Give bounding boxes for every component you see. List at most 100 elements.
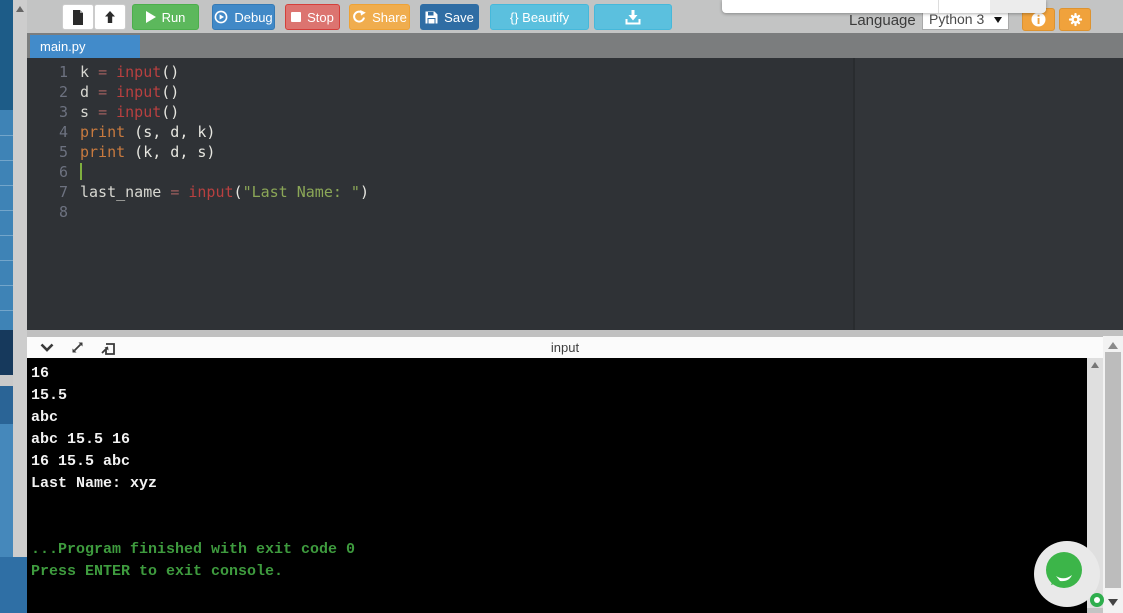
debug-circle-play-icon (214, 10, 228, 24)
caret-down-icon (994, 17, 1002, 23)
left-scrollbar[interactable] (13, 0, 27, 557)
code-token: () (161, 83, 180, 101)
beautify-button[interactable]: {} Beautify (490, 4, 589, 30)
code-token: k (80, 63, 99, 81)
code-token: (k, d, s) (125, 143, 216, 161)
console-line: Last Name: xyz (31, 475, 158, 492)
left-panel-gap (0, 375, 13, 386)
beautify-button-label: {} Beautify (509, 9, 570, 25)
chevron-down-icon (40, 343, 54, 352)
info-icon (1031, 12, 1046, 27)
code-token: ( (233, 183, 243, 201)
console-status-line: Press ENTER to exit console. (31, 563, 284, 580)
console-output[interactable]: 16 15.5 abc abc 15.5 16 16 15.5 abc Last… (27, 358, 1087, 613)
console-collapse-button[interactable] (40, 343, 54, 352)
page-scrollbar[interactable] (1103, 336, 1123, 613)
code-token: (s, d, k) (125, 123, 216, 141)
code-line[interactable]: 2 d = input() (27, 82, 1123, 102)
code-line[interactable]: 4 print (s, d, k) (27, 122, 1123, 142)
code-token: input (188, 183, 234, 201)
code-text: s = input() (68, 102, 179, 122)
file-icon (73, 9, 83, 25)
download-icon (625, 9, 641, 24)
floppy-save-icon (425, 11, 438, 23)
code-token: = (170, 183, 189, 201)
code-token: print (80, 123, 126, 141)
save-button-label: Save (444, 9, 474, 25)
code-token: () (161, 103, 180, 121)
console-expand-button[interactable] (71, 341, 84, 354)
left-panel-segment (0, 110, 13, 330)
code-text: d = input() (68, 82, 179, 102)
language-label: Language (849, 12, 916, 29)
line-number: 5 (58, 143, 68, 161)
console-status-line: ...Program finished with exit code 0 (31, 541, 356, 558)
code-token: print (80, 143, 126, 161)
overlay-divider (938, 0, 939, 13)
left-panel-segment (0, 557, 27, 613)
run-button[interactable]: Run (132, 4, 199, 30)
console-line: 16 15.5 abc (31, 453, 131, 470)
line-number: 8 (58, 203, 68, 221)
stop-square-icon (291, 12, 302, 22)
code-token: = (98, 103, 117, 121)
text-cursor (80, 163, 82, 180)
console-line: abc 15.5 16 (31, 431, 131, 448)
download-button[interactable] (594, 4, 672, 30)
left-panel-segment (0, 386, 13, 424)
save-button[interactable]: Save (420, 4, 479, 30)
code-token: () (161, 63, 180, 81)
code-token: input (116, 63, 162, 81)
scrollbar-thumb[interactable] (1105, 352, 1121, 588)
share-button-label: Share (372, 9, 407, 25)
debug-button[interactable]: Debug (212, 4, 275, 30)
popout-icon (101, 342, 115, 355)
code-text: k = input() (68, 62, 179, 82)
code-text: last_name = input("Last Name: ") (68, 182, 369, 202)
code-token: s (80, 103, 99, 121)
code-line[interactable]: 6 (27, 162, 1123, 182)
panel-splitter[interactable] (27, 330, 1123, 337)
stop-button[interactable]: Stop (285, 4, 340, 30)
scroll-down-icon[interactable] (1108, 599, 1118, 606)
code-line[interactable]: 7 last_name = input("Last Name: ") (27, 182, 1123, 202)
code-editor[interactable]: 1 k = input() 2 d = input() 3 s = input(… (27, 58, 1123, 330)
share-button[interactable]: Share (349, 4, 410, 30)
left-panel-segment (0, 0, 13, 110)
overlay-section (990, 0, 1046, 13)
gear-icon (1068, 12, 1082, 27)
console-line: 16 (31, 365, 50, 382)
code-token: last_name (80, 183, 171, 201)
scroll-up-icon[interactable] (1108, 342, 1118, 349)
console-line: abc (31, 409, 59, 426)
new-file-button[interactable] (62, 4, 94, 30)
tab-main-py[interactable]: main.py (30, 35, 140, 58)
chat-status-dot (1090, 593, 1104, 607)
code-text: print (s, d, k) (68, 122, 215, 142)
console-line: 15.5 (31, 387, 68, 404)
scroll-up-icon[interactable] (16, 6, 24, 12)
settings-button[interactable] (1059, 8, 1091, 31)
browser-overlay (722, 0, 1046, 13)
left-panel-segment (0, 424, 13, 557)
upload-icon (105, 11, 115, 23)
line-number: 3 (58, 103, 68, 121)
ide-window: Run Debug Stop Share Save {} Beautify La… (0, 0, 1123, 613)
code-line[interactable]: 3 s = input() (27, 102, 1123, 122)
code-token: input (116, 103, 162, 121)
scroll-up-icon[interactable] (1091, 362, 1099, 368)
code-token: ) (359, 183, 369, 201)
upload-file-button[interactable] (94, 4, 126, 30)
share-icon (353, 10, 366, 23)
code-line[interactable]: 1 k = input() (27, 62, 1123, 82)
code-token: = (98, 83, 117, 101)
line-number: 1 (58, 63, 68, 81)
left-panel-collapse[interactable] (0, 330, 13, 375)
code-text: print (k, d, s) (68, 142, 215, 162)
code-line[interactable]: 8 (27, 202, 1123, 222)
console-popout-button[interactable] (101, 341, 115, 355)
tab-bar: main.py (27, 33, 1123, 58)
code-line[interactable]: 5 print (k, d, s) (27, 142, 1123, 162)
